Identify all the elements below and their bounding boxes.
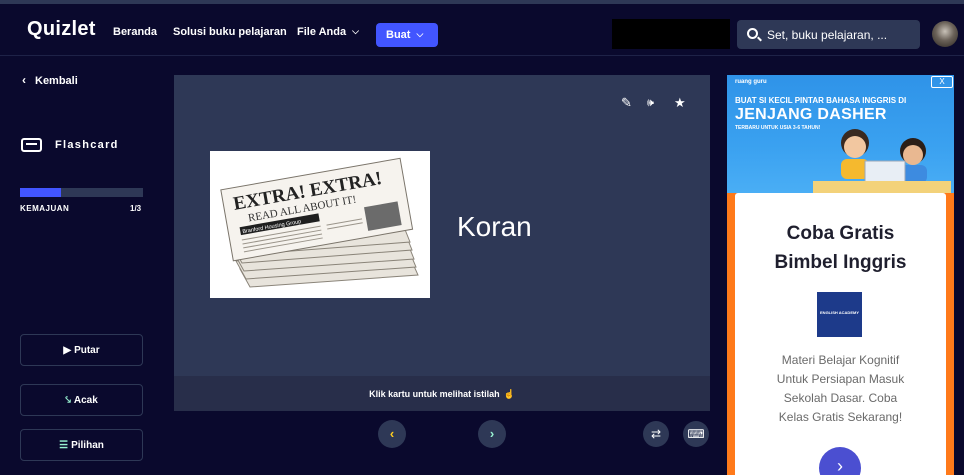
ad-headline-line-1: Coba Gratis xyxy=(786,223,895,244)
chevron-right-icon: › xyxy=(837,456,843,475)
english-academy-logo: ENGLISH ACADEMY xyxy=(817,292,862,337)
ad-body: Materi Belajar Kognitif Untuk Persiapan … xyxy=(735,351,946,427)
shuffle-button-label: Acak xyxy=(73,395,98,406)
avatar[interactable] xyxy=(932,21,958,47)
card-hint: Klik kartu untuk melihat istilah ☝ xyxy=(174,376,710,411)
chevron-left-icon: ‹ xyxy=(22,73,26,87)
back-label: Kembali xyxy=(35,75,78,87)
keyboard-icon: ⌨ xyxy=(687,427,705,441)
flashcard[interactable]: ✎ 🕪 ★ EXTRA! EXTRA! READ ALL ABOUT IT! B… xyxy=(174,75,710,411)
create-button[interactable]: Buat ⌵ xyxy=(376,23,438,47)
search-placeholder: Set, buku pelajaran, ... xyxy=(767,28,888,42)
ad-headline-line-2: Bimbel Inggris xyxy=(774,252,907,273)
pointer-hand-icon: ☝ xyxy=(503,389,515,399)
card-term: Koran xyxy=(457,211,532,242)
options-icon: ☰ xyxy=(59,440,69,451)
study-mode-label[interactable]: Flashcard xyxy=(55,139,119,151)
star-icon[interactable]: ★ xyxy=(674,95,686,111)
ad-cta-button[interactable]: › xyxy=(819,447,861,475)
advertisement[interactable]: ruang guru X BUAT SI KECIL PINTAR BAHASA… xyxy=(727,75,954,475)
progress-count: 1/3 xyxy=(130,204,142,213)
keyboard-shortcuts-button[interactable]: ⌨ xyxy=(683,421,709,447)
card-hint-text: Klik kartu untuk melihat istilah xyxy=(369,389,500,399)
chevron-left-icon: ‹ xyxy=(389,426,395,441)
options-button[interactable]: ☰ Pilihan xyxy=(20,429,143,461)
flashcard-icon xyxy=(21,138,42,152)
chevron-right-icon: › xyxy=(489,426,495,441)
ad-card: Coba Gratis Bimbel Inggris ENGLISH ACADE… xyxy=(735,193,946,475)
newspaper-stack-illustration: EXTRA! EXTRA! READ ALL ABOUT IT! Branfor… xyxy=(210,151,430,298)
ad-body-line-3: Sekolah Dasar. Coba xyxy=(783,391,898,405)
back-link[interactable]: ‹ Kembali xyxy=(22,73,78,87)
chevron-down-icon: ⌵ xyxy=(352,26,359,36)
nav-your-files-dropdown[interactable]: File Anda ⌵ xyxy=(297,26,359,38)
progress-label: KEMAJUAN xyxy=(20,204,70,213)
swap-icon: ⇄ xyxy=(650,427,662,441)
audio-icon[interactable]: 🕪 xyxy=(647,97,654,110)
search-icon xyxy=(747,28,758,39)
ad-kids-illustration xyxy=(813,129,951,193)
ad-body-line-1: Materi Belajar Kognitif xyxy=(781,353,900,367)
shuffle-icon: ⤥ xyxy=(65,395,71,406)
play-button[interactable]: ▶ Putar xyxy=(20,334,143,366)
card-image-newspaper: EXTRA! EXTRA! READ ALL ABOUT IT! Branfor… xyxy=(210,151,430,298)
ad-body-line-2: Untuk Persiapan Masuk xyxy=(776,372,905,386)
nav-home-link[interactable]: Beranda xyxy=(113,26,157,38)
search-input[interactable]: Set, buku pelajaran, ... xyxy=(737,20,920,49)
ad-brand-logo: ruang guru xyxy=(735,79,767,85)
ad-close-button[interactable]: X xyxy=(931,76,953,88)
next-card-button[interactable]: › xyxy=(478,420,506,448)
progress-bar-fill xyxy=(20,188,61,197)
top-nav: Quizlet Beranda Solusi buku pelajaran Fi… xyxy=(0,4,964,56)
create-button-label: Buat xyxy=(386,29,411,41)
ad-logo-text: ENGLISH ACADEMY xyxy=(820,310,859,315)
previous-card-button[interactable]: ‹ xyxy=(378,420,406,448)
ad-line-3: TERBARU UNTUK USIA 3-6 TAHUN! xyxy=(735,125,821,131)
redacted-region xyxy=(612,19,730,49)
play-icon: ▶ xyxy=(63,345,72,356)
chevron-down-icon: ⌵ xyxy=(416,29,424,39)
ad-headline: Coba Gratis Bimbel Inggris xyxy=(735,219,946,277)
quizlet-logo[interactable]: Quizlet xyxy=(27,18,96,41)
flip-direction-button[interactable]: ⇄ xyxy=(643,421,669,447)
nav-your-files-label: File Anda xyxy=(297,26,347,38)
play-button-label: Putar xyxy=(74,345,100,356)
ad-line-1: BUAT SI KECIL PINTAR BAHASA INGGRIS DI xyxy=(735,96,907,105)
progress-bar xyxy=(20,188,143,197)
shuffle-button[interactable]: ⤥ Acak xyxy=(20,384,143,416)
options-button-label: Pilihan xyxy=(71,440,104,451)
edit-icon[interactable]: ✎ xyxy=(621,95,632,111)
nav-textbooks-link[interactable]: Solusi buku pelajaran xyxy=(173,26,287,38)
ad-banner: ruang guru X BUAT SI KECIL PINTAR BAHASA… xyxy=(727,75,954,193)
ad-body-line-4: Kelas Gratis Sekarang! xyxy=(778,410,903,424)
